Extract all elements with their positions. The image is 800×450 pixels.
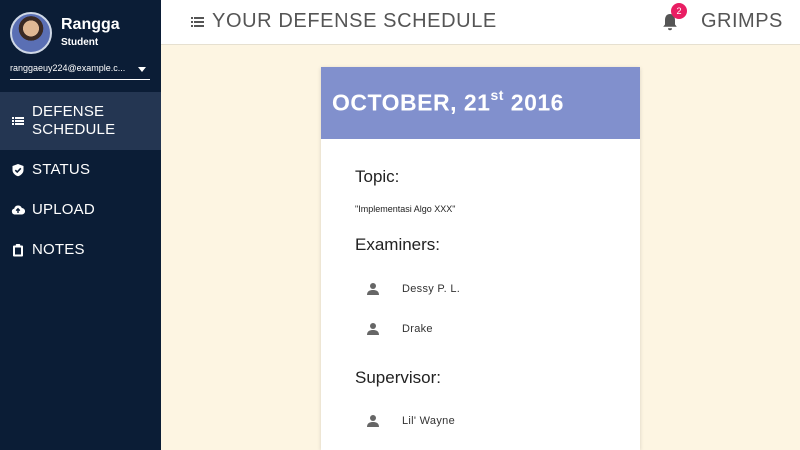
- sidebar-item-defense-schedule[interactable]: DEFENSE SCHEDULE: [0, 92, 161, 150]
- top-bar: YOUR DEFENSE SCHEDULE 2 GRIMPS: [161, 0, 800, 45]
- account-email: ranggaeuy224@example.c...: [10, 63, 126, 73]
- list-menu-icon[interactable]: [191, 16, 204, 28]
- examiner-name: Dessy P. L.: [402, 283, 461, 295]
- list-icon: [12, 117, 24, 125]
- examiner-item: Dessy P. L.: [367, 281, 460, 297]
- user-profile: Rangga Student ranggaeuy224@example.c...: [0, 0, 161, 88]
- card-header: OCTOBER, 21st 2016: [321, 67, 640, 139]
- examiners-label: Examiners:: [355, 235, 441, 254]
- cloud-upload-icon: [11, 205, 25, 215]
- sidebar-item-label: NOTES: [32, 241, 85, 258]
- clipboard-icon: [13, 244, 23, 257]
- topic-label: Topic:: [355, 167, 400, 186]
- examiner-item: Drake: [367, 321, 433, 337]
- caret-down-icon: [138, 67, 146, 72]
- sidebar-nav: DEFENSE SCHEDULE STATUS UPLOAD NOTES: [0, 92, 161, 270]
- user-name: Rangga: [61, 16, 120, 33]
- person-icon: [367, 415, 379, 427]
- sidebar-item-status[interactable]: STATUS: [0, 150, 161, 190]
- defense-date: OCTOBER, 21st 2016: [332, 87, 564, 117]
- date-day: OCTOBER, 21: [332, 89, 491, 116]
- sidebar-item-label: DEFENSE SCHEDULE: [32, 103, 116, 138]
- date-year: 2016: [503, 89, 564, 116]
- sidebar-item-label: STATUS: [32, 161, 91, 178]
- topic-value: "Implementasi Algo XXX": [355, 204, 456, 214]
- person-icon: [367, 283, 379, 295]
- supervisor-label: Supervisor:: [355, 368, 441, 387]
- supervisor-item: Lil' Wayne: [367, 413, 455, 429]
- examiner-name: Drake: [402, 323, 433, 335]
- sidebar: Rangga Student ranggaeuy224@example.c...…: [0, 0, 161, 450]
- user-role: Student: [61, 37, 99, 48]
- schedule-card: OCTOBER, 21st 2016 Topic: "Implementasi …: [321, 67, 640, 450]
- date-ordinal: st: [490, 87, 504, 104]
- person-icon: [367, 323, 379, 335]
- brand-logo: GRIMPS: [701, 10, 783, 32]
- page-title: YOUR DEFENSE SCHEDULE: [212, 10, 497, 32]
- shield-check-icon: [12, 164, 24, 177]
- supervisor-name: Lil' Wayne: [402, 415, 455, 427]
- account-dropdown[interactable]: ranggaeuy224@example.c...: [10, 60, 150, 80]
- sidebar-item-upload[interactable]: UPLOAD: [0, 190, 161, 230]
- sidebar-item-label: UPLOAD: [32, 201, 95, 218]
- avatar: [10, 12, 52, 54]
- sidebar-item-notes[interactable]: NOTES: [0, 230, 161, 270]
- notification-badge: 2: [671, 3, 687, 19]
